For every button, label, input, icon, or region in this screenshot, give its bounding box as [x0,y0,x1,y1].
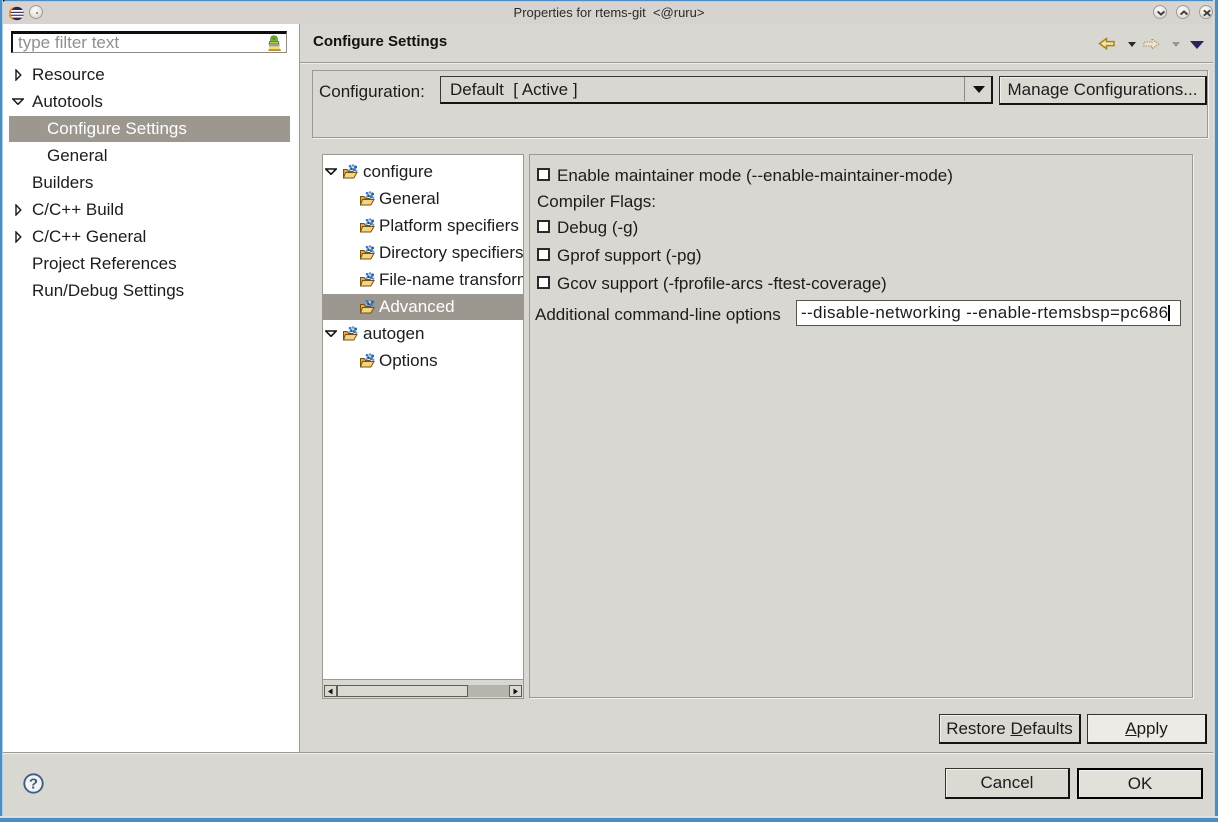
svg-text:?: ? [29,776,38,793]
